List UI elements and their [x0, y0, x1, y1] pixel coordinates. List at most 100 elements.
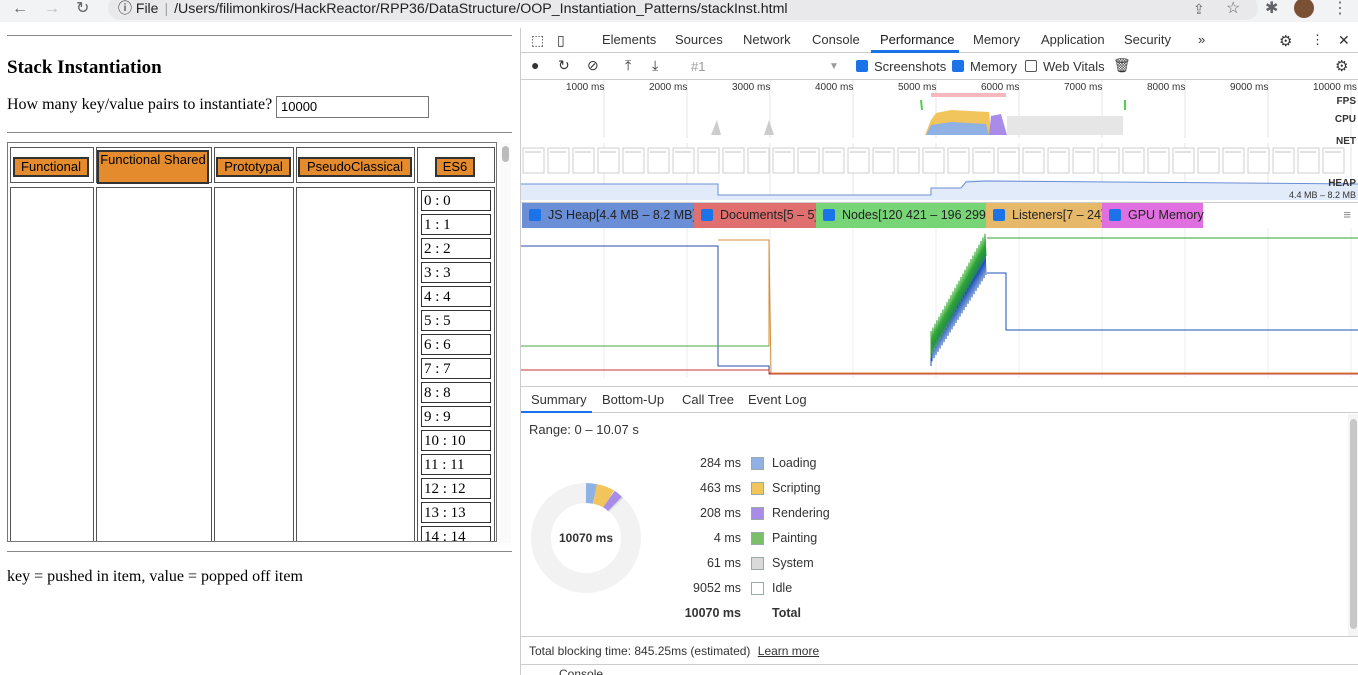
share-icon[interactable]: ⇪ — [1193, 0, 1205, 18]
summary-label: System — [772, 556, 814, 570]
tab-bottom-up[interactable]: Bottom-Up — [602, 392, 664, 407]
tab-event-log[interactable]: Event Log — [748, 392, 807, 407]
checkbox-icon — [701, 209, 713, 221]
es6-value-cell: 12 : 12 — [421, 478, 491, 499]
summary-scrollbar[interactable] — [1348, 414, 1358, 636]
prototypal-button[interactable]: Prototypal — [216, 157, 291, 177]
count-input[interactable]: 10000 — [276, 96, 429, 118]
chevron-down-icon: ▼ — [829, 61, 839, 72]
results-table: Functional Functional Shared Prototypal … — [7, 142, 497, 542]
recording-select[interactable]: #1 — [691, 59, 705, 74]
memory-counter-toggle[interactable]: Nodes[120 421 – 196 299] — [816, 203, 989, 228]
download-icon[interactable]: ⤓ — [652, 57, 658, 74]
ruler-label: 9000 ms — [1230, 82, 1269, 93]
memory-counter-label: GPU Memory — [1128, 208, 1204, 222]
trash-icon[interactable]: 🗑 — [1113, 57, 1131, 74]
memory-counter-label: Listeners[7 – 24] — [1012, 208, 1105, 222]
divider — [7, 35, 512, 36]
tab-performance[interactable]: Performance — [880, 32, 954, 47]
settings-icon[interactable]: ⚙ — [1279, 32, 1292, 50]
tab-summary[interactable]: Summary — [531, 392, 587, 407]
inspect-icon[interactable]: ⬚ — [531, 32, 544, 49]
summary-label: Total — [772, 606, 801, 620]
tab-network[interactable]: Network — [743, 32, 791, 47]
checkbox-icon — [823, 209, 835, 221]
back-icon[interactable]: ← — [12, 0, 28, 18]
range-label: Range: 0 – 10.07 s — [529, 422, 639, 437]
tab-elements[interactable]: Elements — [602, 32, 656, 47]
avatar[interactable] — [1294, 0, 1314, 18]
functional-button[interactable]: Functional — [13, 157, 89, 177]
menu-icon[interactable]: ⋮ — [1332, 0, 1348, 18]
tbt-text: Total blocking time: 845.25ms (estimated… — [529, 644, 751, 658]
reload-icon[interactable]: ↻ — [76, 0, 89, 18]
timeline-overview[interactable]: FPS CPU NET HEAP 4.4 MB – 8.2 MB 1000 ms… — [521, 80, 1358, 200]
active-tab-indicator — [871, 50, 959, 53]
functional-column — [10, 187, 94, 541]
es6-value-cell: 3 : 3 — [421, 262, 491, 283]
forward-icon[interactable]: → — [44, 0, 60, 18]
tab-application[interactable]: Application — [1041, 32, 1105, 47]
es6-value-cell: 0 : 0 — [421, 190, 491, 211]
page-scrollbar[interactable] — [500, 143, 511, 543]
memory-label: Memory — [970, 59, 1017, 74]
category-swatch — [751, 532, 764, 545]
menu-icon[interactable]: ≡ — [1343, 207, 1351, 222]
cpu-label: CPU — [1334, 114, 1356, 125]
summary-label: Loading — [772, 456, 817, 470]
category-swatch — [751, 582, 764, 595]
url-text: /Users/filimonkiros/HackReactor/RPP36/Da… — [174, 1, 788, 17]
device-toolbar-icon[interactable]: ▯ — [557, 32, 565, 49]
memory-checkbox[interactable] — [952, 60, 964, 72]
console-drawer[interactable]: Console — [521, 664, 1358, 675]
timeline-overview-graph — [521, 80, 1358, 200]
learn-more-link[interactable]: Learn more — [758, 644, 819, 658]
summary-value: 10070 ms — [684, 606, 741, 620]
memory-counter-toggle[interactable]: Listeners[7 – 24] — [986, 203, 1105, 228]
record-icon[interactable]: ● — [531, 57, 539, 73]
category-swatch — [751, 482, 764, 495]
upload-icon[interactable]: ⤒ — [625, 57, 631, 74]
devtools-panel: ⬚ ▯ Elements Sources Network Console Per… — [520, 28, 1358, 675]
tab-console[interactable]: Console — [812, 32, 860, 47]
memory-counter-label: Documents[5 – 5] — [720, 208, 818, 222]
file-label: File — [135, 0, 159, 16]
tab-call-tree[interactable]: Call Tree — [682, 392, 734, 407]
more-tabs-icon[interactable]: » — [1198, 32, 1205, 47]
close-icon[interactable]: ✕ — [1338, 32, 1350, 49]
tab-memory[interactable]: Memory — [973, 32, 1020, 47]
summary-label: Idle — [772, 581, 793, 595]
address-bar[interactable]: ⓘ File |/Users/filimonkiros/HackReactor/R… — [108, 0, 1258, 20]
es6-value-cell: 4 : 4 — [421, 286, 491, 307]
divider — [7, 551, 512, 552]
extensions-icon[interactable]: ✱ — [1265, 0, 1278, 18]
ruler-label: 1000 ms — [566, 82, 605, 93]
memory-counter-toggle[interactable]: GPU Memory — [1102, 203, 1204, 228]
category-swatch — [751, 457, 764, 470]
es6-value-cell: 11 : 11 — [421, 454, 491, 475]
memory-counters: JS Heap[4.4 MB – 8.2 MB] Documents[5 – 5]… — [521, 202, 1358, 228]
capture-settings-icon[interactable]: ⚙ — [1335, 57, 1348, 75]
es6-value-cell: 9 : 9 — [421, 406, 491, 427]
es6-button[interactable]: ES6 — [435, 157, 475, 177]
reload-record-icon[interactable]: ↻ — [558, 57, 570, 74]
es6-column: 0 : 0 1 : 1 2 : 2 3 : 3 4 : 4 5 : 5 6 : 6 7 : 7… — [417, 187, 495, 541]
memory-counter-label: JS Heap[4.4 MB – 8.2 MB] — [548, 208, 696, 222]
clear-icon[interactable]: ⊘ — [587, 57, 599, 74]
tab-security[interactable]: Security — [1124, 32, 1171, 47]
memory-counter-toggle[interactable]: Documents[5 – 5] — [694, 203, 818, 228]
tab-sources[interactable]: Sources — [675, 32, 723, 47]
memory-counter-toggle[interactable]: JS Heap[4.4 MB – 8.2 MB] — [522, 203, 696, 228]
web-vitals-checkbox[interactable] — [1025, 60, 1037, 72]
pseudoclassical-button[interactable]: PseudoClassical — [298, 157, 412, 177]
summary-value: 284 ms — [700, 456, 741, 470]
ruler-label: 5000 ms — [898, 82, 937, 93]
ruler-label: 6000 ms — [981, 82, 1020, 93]
summary-value: 208 ms — [700, 506, 741, 520]
summary-value: 9052 ms — [693, 581, 741, 595]
star-icon[interactable]: ☆ — [1226, 0, 1240, 18]
screenshots-checkbox[interactable] — [856, 60, 868, 72]
functional-shared-button[interactable]: Functional Shared — [97, 150, 209, 184]
kebab-menu-icon[interactable]: ⋮ — [1311, 32, 1324, 48]
summary-value: 4 ms — [713, 531, 741, 545]
